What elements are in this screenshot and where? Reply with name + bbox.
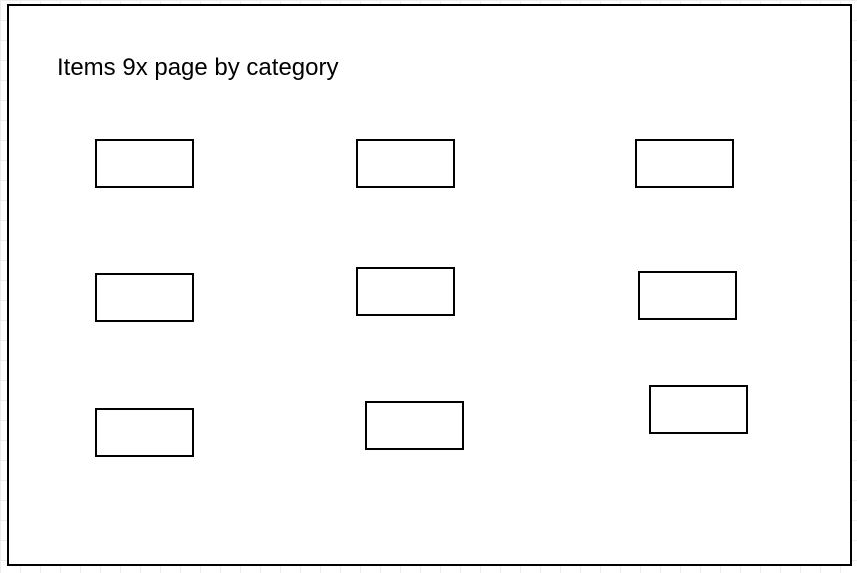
item-box-6[interactable] [638,271,737,320]
item-box-9[interactable] [649,385,748,434]
item-box-1[interactable] [95,139,194,188]
item-box-3[interactable] [635,139,734,188]
page-title: Items 9x page by category [57,54,339,81]
item-box-8[interactable] [365,401,464,450]
item-box-4[interactable] [95,273,194,322]
item-box-5[interactable] [356,267,455,316]
item-box-7[interactable] [95,408,194,457]
item-box-2[interactable] [356,139,455,188]
